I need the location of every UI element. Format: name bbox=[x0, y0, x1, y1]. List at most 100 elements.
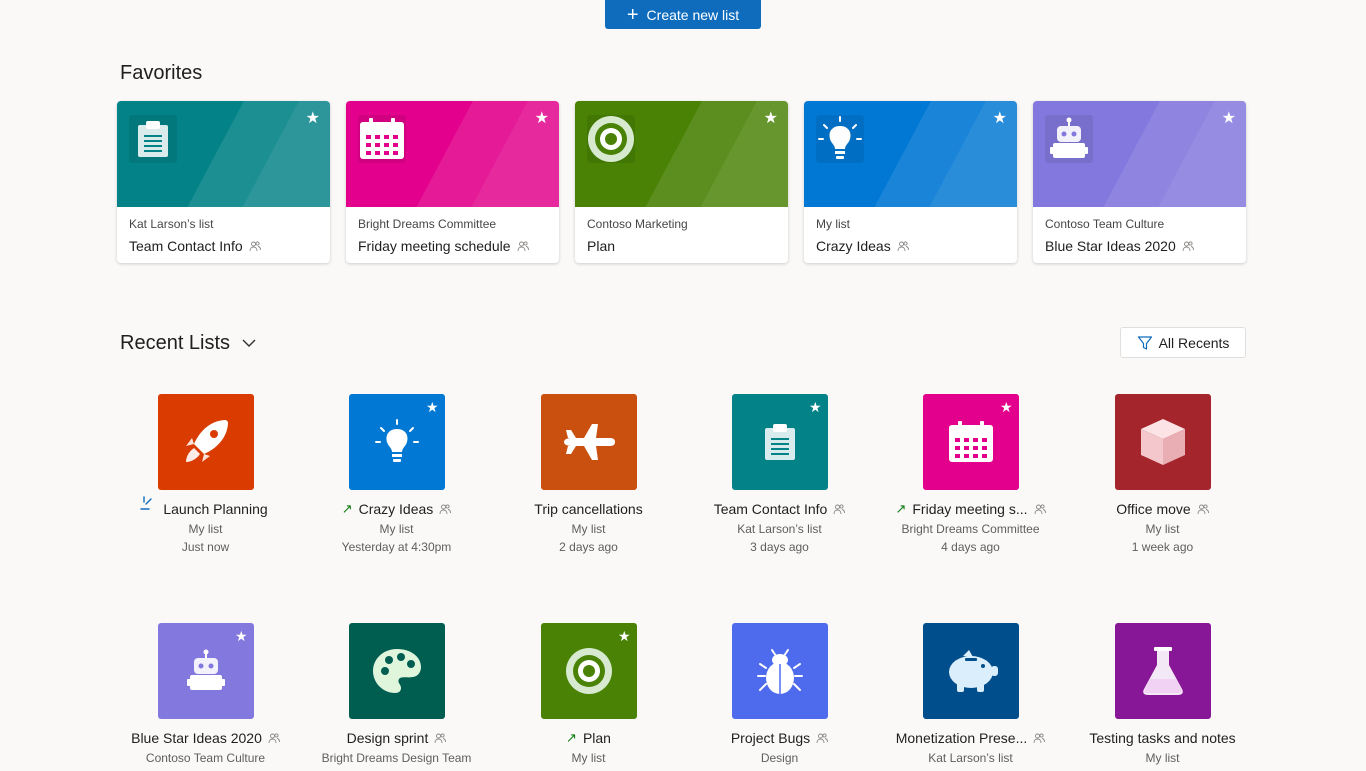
favorite-card[interactable]: ★ Contoso Team Culture Blue Star Ideas 2… bbox=[1033, 101, 1246, 263]
favorite-banner: ★ bbox=[804, 101, 1017, 207]
recent-list-tile[interactable]: ★ ↗ Plan My list bbox=[493, 623, 684, 765]
favorite-owner: Kat Larson’s list bbox=[129, 217, 214, 231]
recent-list-tile[interactable]: Office move My list 1 week ago bbox=[1067, 394, 1258, 554]
recent-list-name: Design sprint bbox=[346, 730, 429, 746]
star-icon[interactable]: ★ bbox=[993, 111, 1007, 127]
favorite-banner: ★ bbox=[117, 101, 330, 207]
favorites-title: Favorites bbox=[120, 62, 203, 84]
shared-people-icon bbox=[249, 241, 261, 252]
shared-people-icon bbox=[833, 504, 846, 515]
star-icon[interactable]: ★ bbox=[306, 111, 320, 127]
trending-icon: ↗ bbox=[895, 501, 907, 516]
plus-icon: + bbox=[626, 3, 639, 26]
flask-icon bbox=[1114, 623, 1211, 719]
favorite-name: Crazy Ideas bbox=[816, 238, 891, 254]
recent-list-name: Friday meeting s... bbox=[912, 501, 1028, 517]
recent-list-name: Trip cancellations bbox=[534, 501, 643, 517]
clipboard-icon bbox=[129, 115, 177, 163]
favorite-card[interactable]: ★ Bright Dreams Committee Friday meeting… bbox=[346, 101, 559, 263]
star-icon[interactable]: ★ bbox=[426, 400, 439, 414]
recent-list-owner: Kat Larson’s list bbox=[928, 751, 1013, 765]
recent-list-time: Just now bbox=[181, 540, 230, 554]
rocket-icon bbox=[157, 394, 254, 490]
create-new-list-button[interactable]: + Create new list bbox=[605, 0, 761, 29]
star-icon[interactable]: ★ bbox=[1000, 400, 1013, 414]
favorite-card[interactable]: ★ My list Crazy Ideas bbox=[804, 101, 1017, 263]
star-icon[interactable]: ★ bbox=[535, 111, 549, 127]
recent-list-time: 1 week ago bbox=[1131, 540, 1194, 554]
piggy-bank-icon bbox=[922, 623, 1019, 719]
favorite-card[interactable]: ★ Contoso Marketing Plan bbox=[575, 101, 788, 263]
recent-list-tile[interactable]: Monetization Prese... Kat Larson’s list bbox=[875, 623, 1066, 765]
all-recents-label: All Recents bbox=[1158, 334, 1230, 351]
favorite-name: Blue Star Ideas 2020 bbox=[1045, 238, 1176, 254]
shared-people-icon bbox=[439, 504, 452, 515]
favorite-banner: ★ bbox=[575, 101, 788, 207]
recent-list-owner: My list bbox=[1145, 751, 1180, 765]
recent-list-time: 3 days ago bbox=[750, 540, 809, 554]
cube-icon bbox=[1114, 394, 1211, 490]
shared-people-icon bbox=[1197, 504, 1209, 515]
recent-list-owner: My list bbox=[379, 522, 414, 536]
clipboard-icon: ★ bbox=[731, 394, 828, 490]
lightbulb-icon: ★ bbox=[348, 394, 445, 490]
recent-list-name: Team Contact Info bbox=[713, 501, 828, 517]
robot-icon: ★ bbox=[157, 623, 254, 719]
shared-people-icon bbox=[1034, 504, 1046, 515]
recent-list-owner: My list bbox=[1145, 522, 1180, 536]
recent-lists-dropdown[interactable]: Recent Lists bbox=[120, 332, 256, 355]
trending-icon: ↗ bbox=[341, 501, 353, 516]
shared-people-icon bbox=[517, 241, 529, 252]
recent-list-owner: Kat Larson’s list bbox=[737, 522, 822, 536]
recent-list-name: Launch Planning bbox=[163, 501, 268, 517]
recent-list-tile[interactable]: Project Bugs Design bbox=[684, 623, 875, 765]
favorite-owner: Contoso Marketing bbox=[587, 217, 688, 231]
recent-list-tile[interactable]: ★ ↗ Friday meeting s... Bright Dreams Com… bbox=[875, 394, 1066, 554]
star-icon[interactable]: ★ bbox=[1222, 111, 1236, 127]
recent-list-name: Crazy Ideas bbox=[358, 501, 434, 517]
trending-icon: ↗ bbox=[566, 730, 577, 745]
star-icon[interactable]: ★ bbox=[235, 629, 248, 643]
recent-list-tile[interactable]: Design sprint Bright Dreams Design Team bbox=[301, 623, 492, 765]
lightbulb-icon bbox=[816, 115, 864, 163]
recent-list-owner: My list bbox=[571, 522, 606, 536]
target-icon bbox=[587, 115, 635, 163]
favorite-name: Friday meeting schedule bbox=[358, 238, 511, 254]
shared-people-icon bbox=[1182, 241, 1194, 252]
recent-list-tile[interactable]: Launch Planning My list Just now bbox=[110, 394, 301, 554]
favorite-card[interactable]: ★ Kat Larson’s list Team Contact Info bbox=[117, 101, 330, 263]
recent-list-tile[interactable]: Testing tasks and notes My list bbox=[1067, 623, 1258, 765]
favorites-row: ★ Kat Larson’s list Team Contact Info ★ … bbox=[117, 101, 1246, 263]
star-icon[interactable]: ★ bbox=[618, 629, 631, 643]
lists-home: + Create new list Favorites ★ Kat Larson… bbox=[0, 0, 1366, 771]
recent-list-name: Blue Star Ideas 2020 bbox=[131, 730, 262, 746]
create-new-list-label: Create new list bbox=[646, 6, 740, 23]
shared-people-icon bbox=[1033, 733, 1046, 744]
recent-list-owner: Bright Dreams Design Team bbox=[321, 751, 472, 765]
favorite-name: Team Contact Info bbox=[129, 238, 243, 254]
filter-icon bbox=[1137, 335, 1152, 350]
recent-list-tile[interactable]: ★ ↗ Crazy Ideas My list Yesterday at 4:30… bbox=[301, 394, 492, 554]
recent-list-tile[interactable]: ★ Team Contact Info Kat Larson’s list 3 … bbox=[684, 394, 875, 554]
recent-list-owner: Contoso Team Culture bbox=[145, 751, 266, 765]
recent-list-tile[interactable]: ★ Blue Star Ideas 2020 Contoso Team Cult… bbox=[110, 623, 301, 765]
star-icon[interactable]: ★ bbox=[764, 111, 778, 127]
chevron-down-icon bbox=[242, 339, 256, 347]
recent-lists-title: Recent Lists bbox=[120, 332, 231, 354]
favorite-owner: Contoso Team Culture bbox=[1045, 217, 1165, 231]
recent-list-name: Office move bbox=[1116, 501, 1191, 517]
star-icon[interactable]: ★ bbox=[809, 400, 822, 414]
airplane-icon bbox=[540, 394, 637, 490]
recent-list-owner: Bright Dreams Committee bbox=[901, 522, 1040, 536]
favorite-banner: ★ bbox=[346, 101, 559, 207]
shared-people-icon bbox=[816, 733, 829, 744]
calendar-icon: ★ bbox=[922, 394, 1019, 490]
recent-list-time: 4 days ago bbox=[941, 540, 1000, 554]
recent-list-tile[interactable]: Trip cancellations My list 2 days ago bbox=[493, 394, 684, 554]
recent-list-name: Monetization Prese... bbox=[895, 730, 1028, 746]
palette-icon bbox=[348, 623, 445, 719]
recent-list-name: Testing tasks and notes bbox=[1089, 730, 1236, 746]
shared-people-icon bbox=[434, 733, 447, 744]
robot-icon bbox=[1045, 115, 1093, 163]
all-recents-filter-button[interactable]: All Recents bbox=[1120, 327, 1246, 358]
